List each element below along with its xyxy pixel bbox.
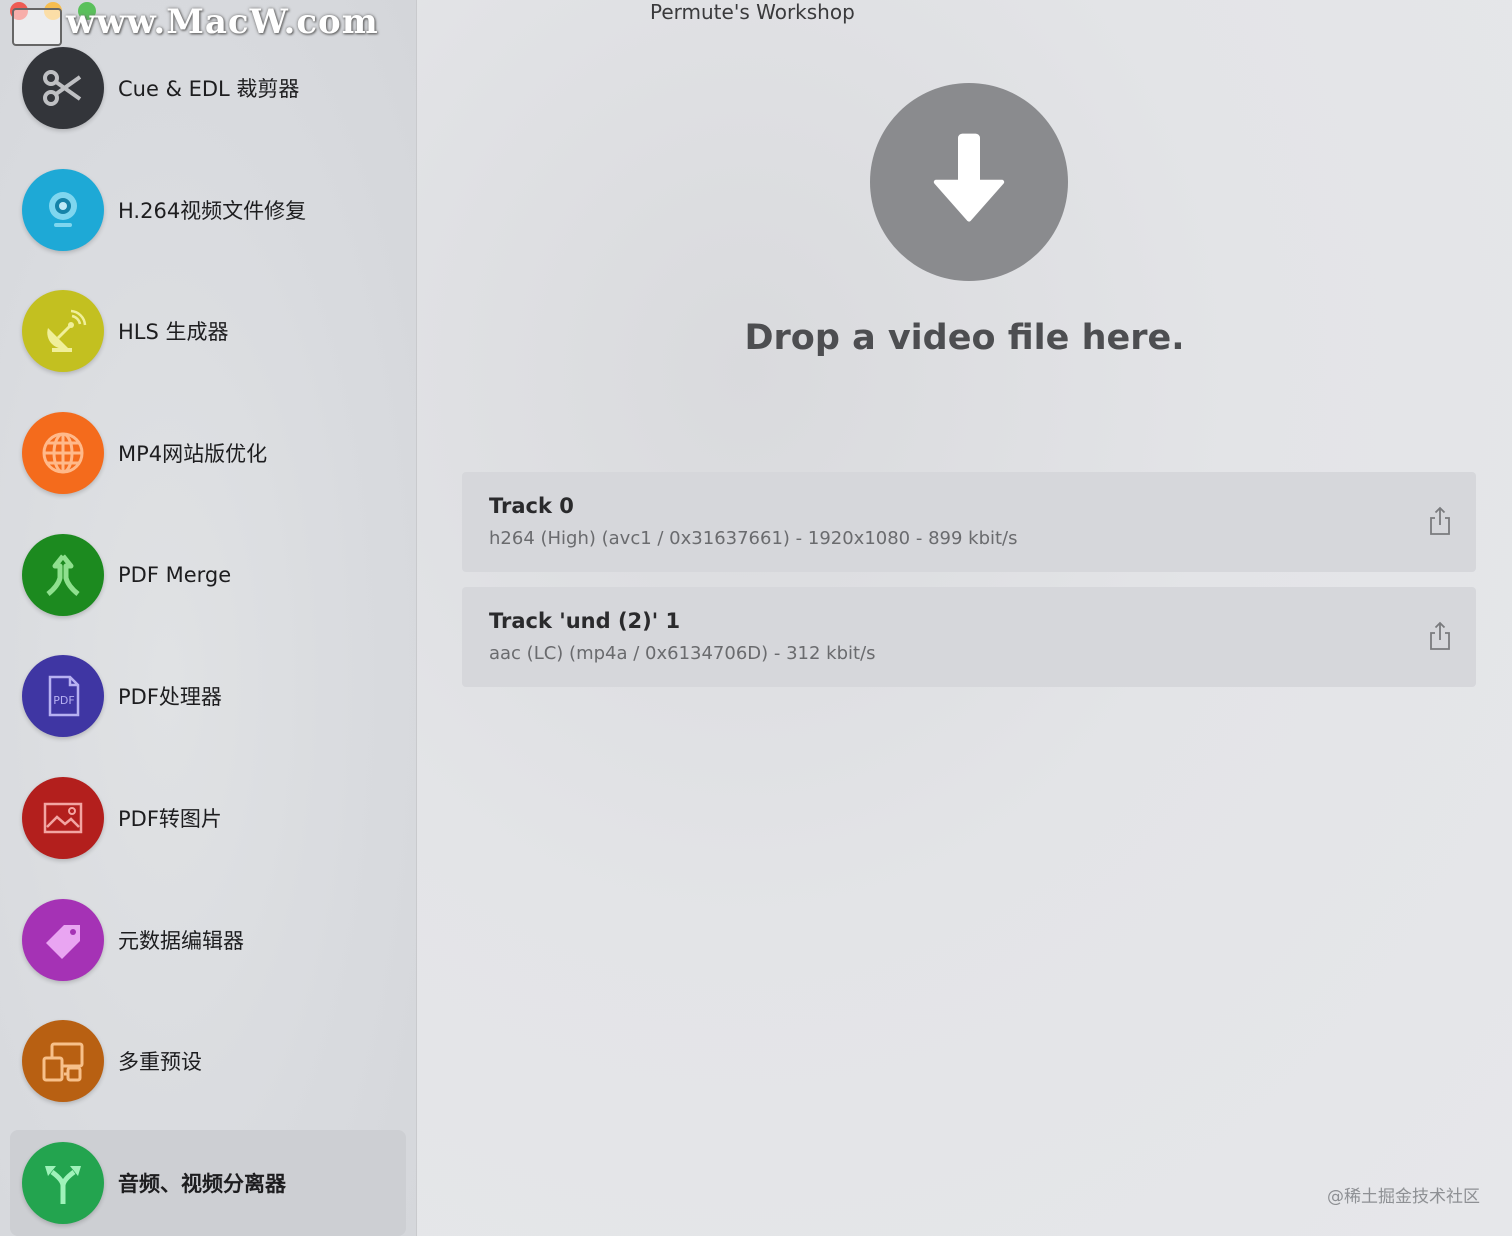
image-icon bbox=[22, 777, 104, 859]
scissors-icon bbox=[22, 47, 104, 129]
share-icon[interactable] bbox=[1428, 621, 1452, 651]
sidebar-item-label: PDF转图片 bbox=[118, 807, 222, 831]
sidebar-item-label: PDF Merge bbox=[118, 563, 232, 587]
sidebar-item-cue-edl[interactable]: Cue & EDL 裁剪器 bbox=[10, 35, 406, 141]
track-detail: aac (LC) (mp4a / 0x6134706D) - 312 kbit/… bbox=[489, 643, 876, 664]
pdf-document-icon: PDF bbox=[22, 655, 104, 737]
sidebar-item-multi-preset[interactable]: 多重预设 bbox=[10, 1008, 406, 1114]
sidebar-item-label: MP4网站版优化 bbox=[118, 442, 268, 466]
track-title: Track 'und (2)' 1 bbox=[489, 609, 681, 633]
sidebar-item-av-splitter[interactable]: 音频、视频分离器 bbox=[10, 1130, 406, 1236]
sidebar-item-label: PDF处理器 bbox=[118, 685, 222, 709]
merge-arrow-icon bbox=[22, 534, 104, 616]
download-arrow-icon bbox=[870, 83, 1068, 281]
sidebar-item-pdf-merge[interactable]: PDF Merge bbox=[10, 522, 406, 628]
sidebar-item-hls[interactable]: HLS 生成器 bbox=[10, 278, 406, 384]
track-title: Track 0 bbox=[489, 494, 574, 518]
satellite-dish-icon bbox=[22, 290, 104, 372]
tag-icon bbox=[22, 899, 104, 981]
webcam-icon bbox=[22, 169, 104, 251]
svg-text:PDF: PDF bbox=[53, 694, 74, 707]
sidebar-item-label: HLS 生成器 bbox=[118, 320, 229, 344]
track-row[interactable]: Track 'und (2)' 1 aac (LC) (mp4a / 0x613… bbox=[462, 587, 1476, 687]
sidebar-item-label: Cue & EDL 裁剪器 bbox=[118, 77, 300, 101]
window-title: Permute's Workshop bbox=[650, 0, 855, 24]
main-panel: Permute's Workshop Drop a video file her… bbox=[417, 0, 1512, 1236]
sidebar-item-mp4-web[interactable]: MP4网站版优化 bbox=[10, 400, 406, 506]
devices-icon bbox=[22, 1020, 104, 1102]
sidebar-item-label: H.264视频文件修复 bbox=[118, 199, 307, 223]
track-detail: h264 (High) (avc1 / 0x31637661) - 1920x1… bbox=[489, 528, 1018, 549]
share-icon[interactable] bbox=[1428, 506, 1452, 536]
sidebar-item-h264-repair[interactable]: H.264视频文件修复 bbox=[10, 157, 406, 263]
split-arrow-icon bbox=[22, 1142, 104, 1224]
drop-instruction: Drop a video file here. bbox=[744, 318, 1185, 358]
sidebar-item-label: 元数据编辑器 bbox=[118, 929, 244, 953]
sidebar-item-label: 多重预设 bbox=[118, 1050, 202, 1074]
footer-watermark: @稀土掘金技术社区 bbox=[1327, 1187, 1480, 1207]
sidebar-item-label: 音频、视频分离器 bbox=[118, 1172, 286, 1196]
sidebar-item-pdf-processor[interactable]: PDF PDF处理器 bbox=[10, 643, 406, 749]
track-row[interactable]: Track 0 h264 (High) (avc1 / 0x31637661) … bbox=[462, 472, 1476, 572]
sidebar: www.MacW.com Cue & EDL 裁剪器 H.264视频文件修复 H… bbox=[0, 0, 417, 1236]
sidebar-item-pdf-to-image[interactable]: PDF转图片 bbox=[10, 765, 406, 871]
sidebar-item-metadata-editor[interactable]: 元数据编辑器 bbox=[10, 887, 406, 993]
globe-icon bbox=[22, 412, 104, 494]
